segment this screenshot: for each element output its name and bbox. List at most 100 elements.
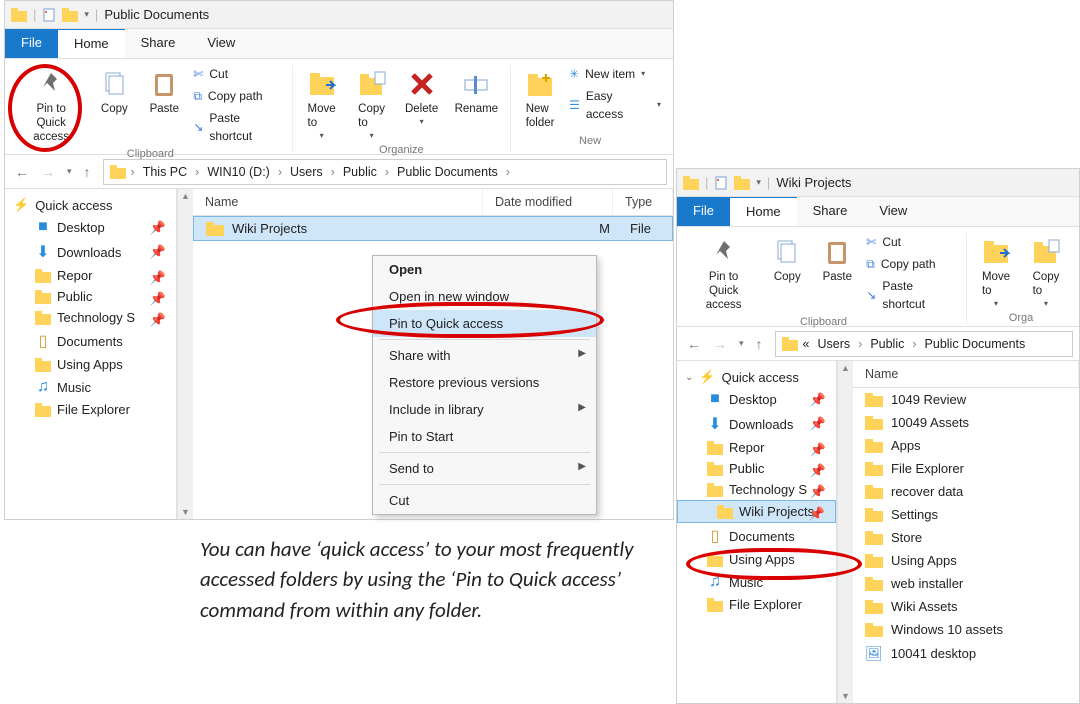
ctx-restore-previous[interactable]: Restore previous versions bbox=[373, 369, 596, 396]
copy-path-button[interactable]: ⧉Copy path bbox=[193, 87, 283, 105]
forward-button[interactable]: → bbox=[37, 162, 59, 182]
crumb-users[interactable]: Users bbox=[287, 165, 326, 179]
sidebar-scrollbar[interactable]: ▲▼ bbox=[177, 189, 193, 519]
sidebar-item-documents[interactable]: ▯Documents bbox=[677, 523, 836, 549]
quick-access-heading[interactable]: ⚡ Quick access bbox=[5, 195, 176, 215]
cut-button[interactable]: ✄Cut bbox=[193, 65, 283, 83]
sidebar-item-file-explorer[interactable]: File Explorer bbox=[677, 594, 836, 615]
tab-file[interactable]: File bbox=[5, 29, 58, 58]
file-row[interactable]: Apps bbox=[853, 434, 1079, 457]
sidebar-item-public[interactable]: Public📌 bbox=[5, 286, 176, 307]
sidebar-item-reports[interactable]: Repor📌 bbox=[5, 265, 176, 286]
sidebar-item-music[interactable]: ♫Music bbox=[5, 375, 176, 399]
paste-shortcut-button[interactable]: ↘Paste shortcut bbox=[193, 109, 283, 145]
file-row[interactable]: recover data bbox=[853, 480, 1079, 503]
ctx-pin-to-quick-access[interactable]: Pin to Quick access bbox=[373, 310, 596, 337]
file-row[interactable]: Windows 10 assets bbox=[853, 618, 1079, 641]
new-folder-button[interactable]: New folder bbox=[519, 65, 561, 133]
ctx-send-to[interactable]: Send to bbox=[373, 455, 596, 482]
sidebar-item-desktop[interactable]: ■Desktop📌 bbox=[5, 215, 176, 239]
crumb-public-documents[interactable]: Public Documents bbox=[394, 165, 501, 179]
delete-button[interactable]: Delete ▾ bbox=[401, 65, 443, 128]
copy-button[interactable]: Copy bbox=[93, 65, 135, 119]
recent-locations-button[interactable]: ▾ bbox=[63, 164, 76, 179]
file-row[interactable]: 🖼10041 desktop bbox=[853, 641, 1079, 666]
tab-home[interactable]: Home bbox=[730, 197, 797, 226]
ctx-pin-to-start[interactable]: Pin to Start bbox=[373, 423, 596, 450]
sidebar-item-downloads[interactable]: ⬇Downloads📌 bbox=[677, 411, 836, 437]
qat-folder-icon[interactable] bbox=[734, 176, 750, 190]
col-type[interactable]: Type bbox=[613, 189, 673, 215]
copy-button[interactable]: Copy bbox=[766, 233, 808, 287]
breadcrumb[interactable]: › This PC› WIN10 (D:)› Users› Public› Pu… bbox=[103, 159, 667, 185]
crumb-public-documents[interactable]: Public Documents bbox=[922, 337, 1029, 351]
sidebar-item-documents[interactable]: ▯Documents bbox=[5, 328, 176, 354]
ctx-cut[interactable]: Cut bbox=[373, 487, 596, 514]
back-button[interactable]: ← bbox=[11, 162, 33, 182]
paste-button[interactable]: Paste bbox=[816, 233, 858, 287]
sidebar-item-desktop[interactable]: ■Desktop📌 bbox=[677, 387, 836, 411]
new-item-button[interactable]: ✳New item▾ bbox=[569, 65, 661, 83]
tab-view[interactable]: View bbox=[863, 197, 923, 226]
file-row[interactable]: Store bbox=[853, 526, 1079, 549]
sidebar-item-reports[interactable]: Repor📌 bbox=[677, 437, 836, 458]
up-button[interactable]: ↑ bbox=[752, 334, 767, 354]
col-name[interactable]: Name bbox=[853, 361, 1079, 387]
rename-button[interactable]: Rename bbox=[451, 65, 502, 119]
sidebar-item-wiki-projects[interactable]: Wiki Projects📌 bbox=[677, 500, 836, 523]
crumb-public[interactable]: Public bbox=[867, 337, 907, 351]
easy-access-button[interactable]: ☰Easy access▾ bbox=[569, 87, 661, 123]
copy-path-button[interactable]: ⧉Copy path bbox=[866, 255, 958, 273]
column-headers[interactable]: Name Date modified Type bbox=[193, 189, 673, 216]
file-row[interactable]: Wiki Assets bbox=[853, 595, 1079, 618]
forward-button[interactable]: → bbox=[709, 334, 731, 354]
column-headers[interactable]: Name bbox=[853, 361, 1079, 388]
sidebar-item-public[interactable]: Public📌 bbox=[677, 458, 836, 479]
chevron-down-icon[interactable]: ▾ bbox=[84, 9, 89, 20]
qat-properties-icon[interactable] bbox=[714, 176, 728, 190]
qat-folder-icon[interactable] bbox=[62, 8, 78, 22]
tab-share[interactable]: Share bbox=[797, 197, 864, 226]
crumb-overflow[interactable]: « bbox=[800, 337, 813, 351]
crumb-users[interactable]: Users bbox=[814, 337, 853, 351]
file-row[interactable]: Settings bbox=[853, 503, 1079, 526]
tab-share[interactable]: Share bbox=[125, 29, 192, 58]
file-row[interactable]: 10049 Assets bbox=[853, 411, 1079, 434]
up-button[interactable]: ↑ bbox=[80, 162, 95, 182]
crumb-drive[interactable]: WIN10 (D:) bbox=[204, 165, 273, 179]
ctx-open[interactable]: Open bbox=[373, 256, 596, 283]
back-button[interactable]: ← bbox=[683, 334, 705, 354]
file-row[interactable]: web installer bbox=[853, 572, 1079, 595]
crumb-public[interactable]: Public bbox=[340, 165, 380, 179]
file-row[interactable]: Using Apps bbox=[853, 549, 1079, 572]
quick-access-heading[interactable]: ⌄ ⚡ Quick access bbox=[677, 367, 836, 387]
sidebar[interactable]: ⚡ Quick access ■Desktop📌 ⬇Downloads📌 Rep… bbox=[5, 189, 177, 519]
paste-button[interactable]: Paste bbox=[143, 65, 185, 119]
tab-home[interactable]: Home bbox=[58, 29, 125, 58]
move-to-button[interactable]: Move to ▾ bbox=[975, 233, 1017, 310]
sidebar-item-file-explorer[interactable]: File Explorer bbox=[5, 399, 176, 420]
file-row[interactable]: 1049 Review bbox=[853, 388, 1079, 411]
breadcrumb[interactable]: « Users› Public› Public Documents bbox=[775, 331, 1073, 357]
paste-shortcut-button[interactable]: ↘Paste shortcut bbox=[866, 277, 958, 313]
sidebar-item-using-apps[interactable]: Using Apps bbox=[5, 354, 176, 375]
col-date[interactable]: Date modified bbox=[483, 189, 613, 215]
chevron-down-icon[interactable]: ▾ bbox=[756, 177, 761, 188]
pin-to-quick-access-button[interactable]: Pin to Quick access bbox=[689, 233, 758, 314]
ctx-open-new-window[interactable]: Open in new window bbox=[373, 283, 596, 310]
move-to-button[interactable]: Move to ▾ bbox=[301, 65, 343, 142]
sidebar-item-downloads[interactable]: ⬇Downloads📌 bbox=[5, 239, 176, 265]
tab-view[interactable]: View bbox=[191, 29, 251, 58]
ctx-include-in-library[interactable]: Include in library bbox=[373, 396, 596, 423]
col-name[interactable]: Name bbox=[193, 189, 483, 215]
qat-properties-icon[interactable] bbox=[42, 8, 56, 22]
file-row[interactable]: File Explorer bbox=[853, 457, 1079, 480]
copy-to-button[interactable]: Copy to ▾ bbox=[1025, 233, 1067, 310]
recent-locations-button[interactable]: ▾ bbox=[735, 336, 748, 351]
file-row-wiki-projects[interactable]: Wiki Projects M File bbox=[193, 216, 673, 241]
sidebar-item-music[interactable]: ♫Music bbox=[677, 570, 836, 594]
sidebar[interactable]: ⌄ ⚡ Quick access ■Desktop📌 ⬇Downloads📌 R… bbox=[677, 361, 837, 703]
sidebar-scrollbar[interactable]: ▲▼ bbox=[837, 361, 853, 703]
sidebar-item-technology[interactable]: Technology S📌 bbox=[677, 479, 836, 500]
tab-file[interactable]: File bbox=[677, 197, 730, 226]
